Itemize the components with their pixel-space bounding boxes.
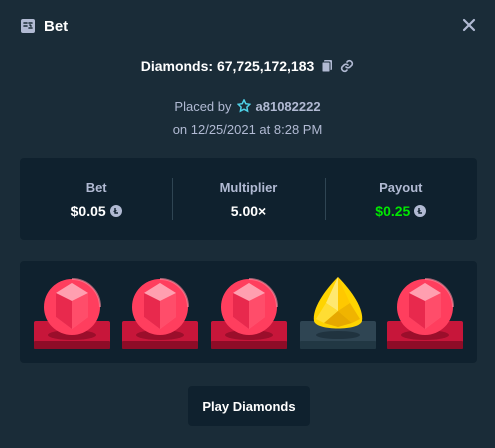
bet-stats-panel: Bet $0.05 Multiplier 5.00× Payout $0.25 bbox=[20, 158, 477, 240]
modal-title: Bet bbox=[44, 17, 69, 35]
gem-slot bbox=[387, 261, 463, 363]
gem-slot bbox=[122, 261, 198, 363]
stat-payout-value-wrap: $0.25 bbox=[375, 202, 427, 219]
stat-bet: Bet $0.05 bbox=[20, 158, 172, 240]
litecoin-icon bbox=[109, 204, 122, 217]
game-id-line: Diamonds: 67,725,172,183 bbox=[0, 56, 495, 76]
stat-multiplier: Multiplier 5.00× bbox=[172, 158, 324, 240]
stat-bet-value-wrap: $0.05 bbox=[71, 203, 122, 219]
close-icon[interactable] bbox=[461, 17, 477, 33]
stat-multiplier-value: 5.00× bbox=[230, 202, 267, 219]
red-gem-icon bbox=[122, 278, 198, 349]
bet-slip-icon bbox=[21, 19, 35, 33]
placed-by-label: Placed by bbox=[174, 98, 232, 114]
gem-slot bbox=[34, 261, 110, 363]
yellow-gem-icon bbox=[300, 277, 376, 349]
stat-payout-label: Payout bbox=[379, 179, 423, 195]
stat-bet-value: $0.05 bbox=[70, 202, 106, 219]
placed-by-line: Placed by a81082222 bbox=[0, 96, 495, 116]
copy-icon[interactable] bbox=[320, 59, 334, 73]
red-gem-icon bbox=[211, 278, 287, 349]
play-diamonds-button[interactable]: Play Diamonds bbox=[188, 386, 310, 426]
username-link[interactable]: a81082222 bbox=[256, 99, 321, 114]
stat-payout: Payout $0.25 bbox=[324, 158, 477, 240]
game-id-label: Diamonds: 67,725,172,183 bbox=[140, 58, 315, 74]
stat-multiplier-label: Multiplier bbox=[219, 179, 278, 195]
bet-date: on 12/25/2021 at 8:28 PM bbox=[172, 122, 323, 137]
gem-slot bbox=[300, 261, 376, 363]
red-gem-icon bbox=[34, 278, 110, 349]
red-gem-icon bbox=[387, 278, 463, 349]
gem-slot bbox=[211, 261, 287, 363]
vip-star-icon bbox=[236, 99, 251, 113]
stat-bet-label: Bet bbox=[85, 179, 107, 195]
litecoin-icon bbox=[414, 204, 427, 217]
modal-header: Bet bbox=[0, 0, 495, 52]
stat-payout-value: $0.25 bbox=[375, 202, 411, 219]
link-icon[interactable] bbox=[340, 59, 354, 73]
diamonds-board bbox=[20, 261, 477, 363]
